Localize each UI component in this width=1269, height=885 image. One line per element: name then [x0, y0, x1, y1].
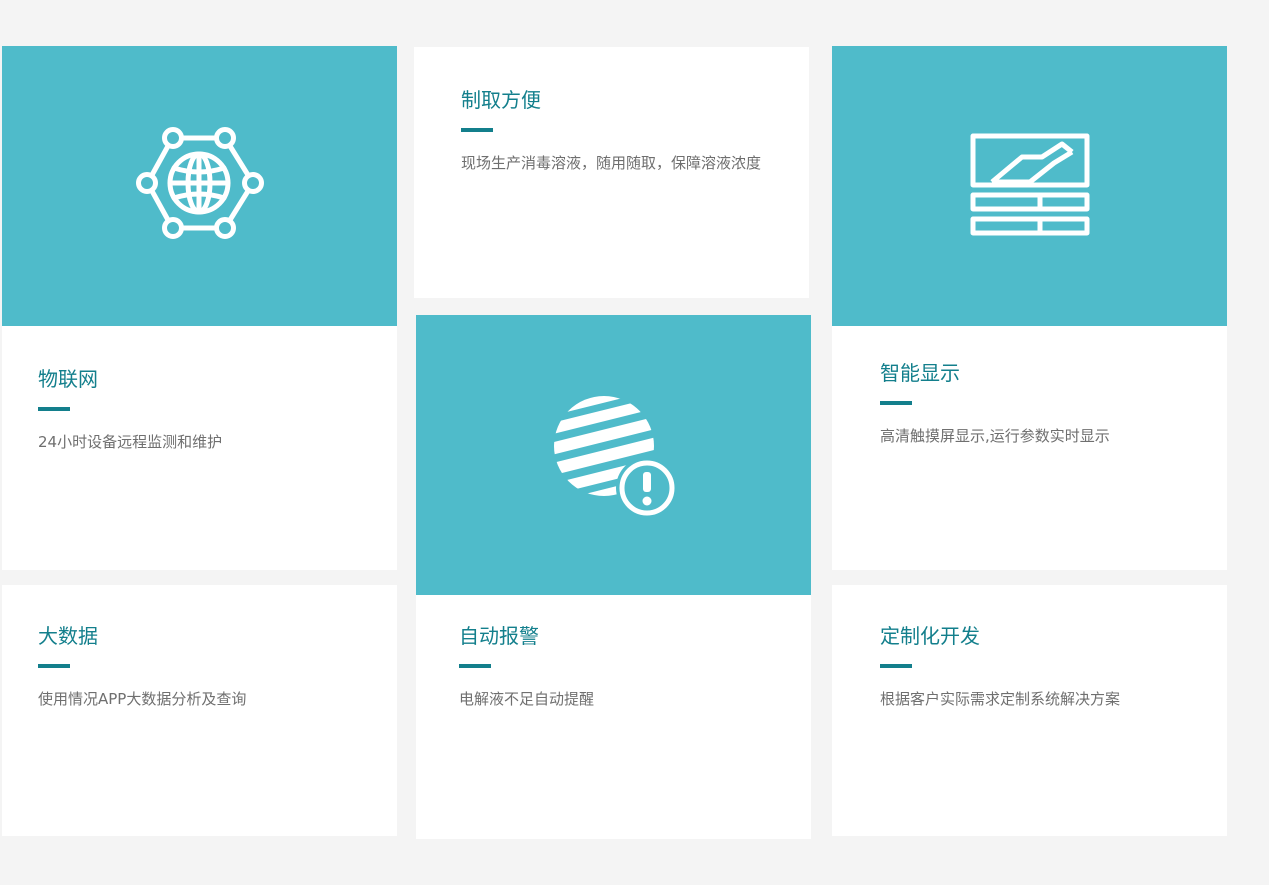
feature-card-bigdata: 大数据 使用情况APP大数据分析及查询: [2, 585, 397, 836]
bigdata-title-underline: [38, 664, 70, 668]
feature-card-convenient: 制取方便 现场生产消毒溶液，随用随取，保障溶液浓度: [414, 47, 809, 298]
iot-title: 物联网: [38, 367, 98, 391]
globe-alert-icon: [553, 396, 678, 519]
custom-desc: 根据客户实际需求定制系统解决方案: [880, 690, 1121, 708]
feature-card-display: 智能显示 高清触摸屏显示,运行参数实时显示: [832, 46, 1227, 570]
alarm-desc: 电解液不足自动提醒: [459, 690, 595, 708]
display-screen-icon: [970, 133, 1089, 236]
convenient-desc: 现场生产消毒溶液，随用随取，保障溶液浓度: [461, 154, 762, 172]
globe-network-icon: [135, 127, 264, 239]
display-title-underline: [880, 401, 912, 405]
display-title: 智能显示: [880, 361, 960, 385]
iot-icon-panel: [2, 46, 397, 326]
iot-desc: 24小时设备远程监测和维护: [38, 433, 223, 451]
bigdata-title: 大数据: [38, 624, 98, 648]
convenient-title-underline: [461, 128, 493, 132]
convenient-title: 制取方便: [461, 88, 541, 112]
custom-title: 定制化开发: [880, 624, 980, 648]
feature-card-alarm: 自动报警 电解液不足自动提醒: [416, 315, 811, 839]
feature-card-iot: 物联网 24小时设备远程监测和维护: [2, 46, 397, 570]
alarm-title: 自动报警: [459, 624, 539, 648]
alarm-icon-panel: [416, 315, 811, 595]
alarm-title-underline: [459, 664, 491, 668]
display-desc: 高清触摸屏显示,运行参数实时显示: [880, 427, 1110, 445]
iot-title-underline: [38, 407, 70, 411]
feature-card-custom: 定制化开发 根据客户实际需求定制系统解决方案: [832, 585, 1227, 836]
bigdata-desc: 使用情况APP大数据分析及查询: [38, 690, 247, 708]
display-icon-panel: [832, 46, 1227, 326]
custom-title-underline: [880, 664, 912, 668]
